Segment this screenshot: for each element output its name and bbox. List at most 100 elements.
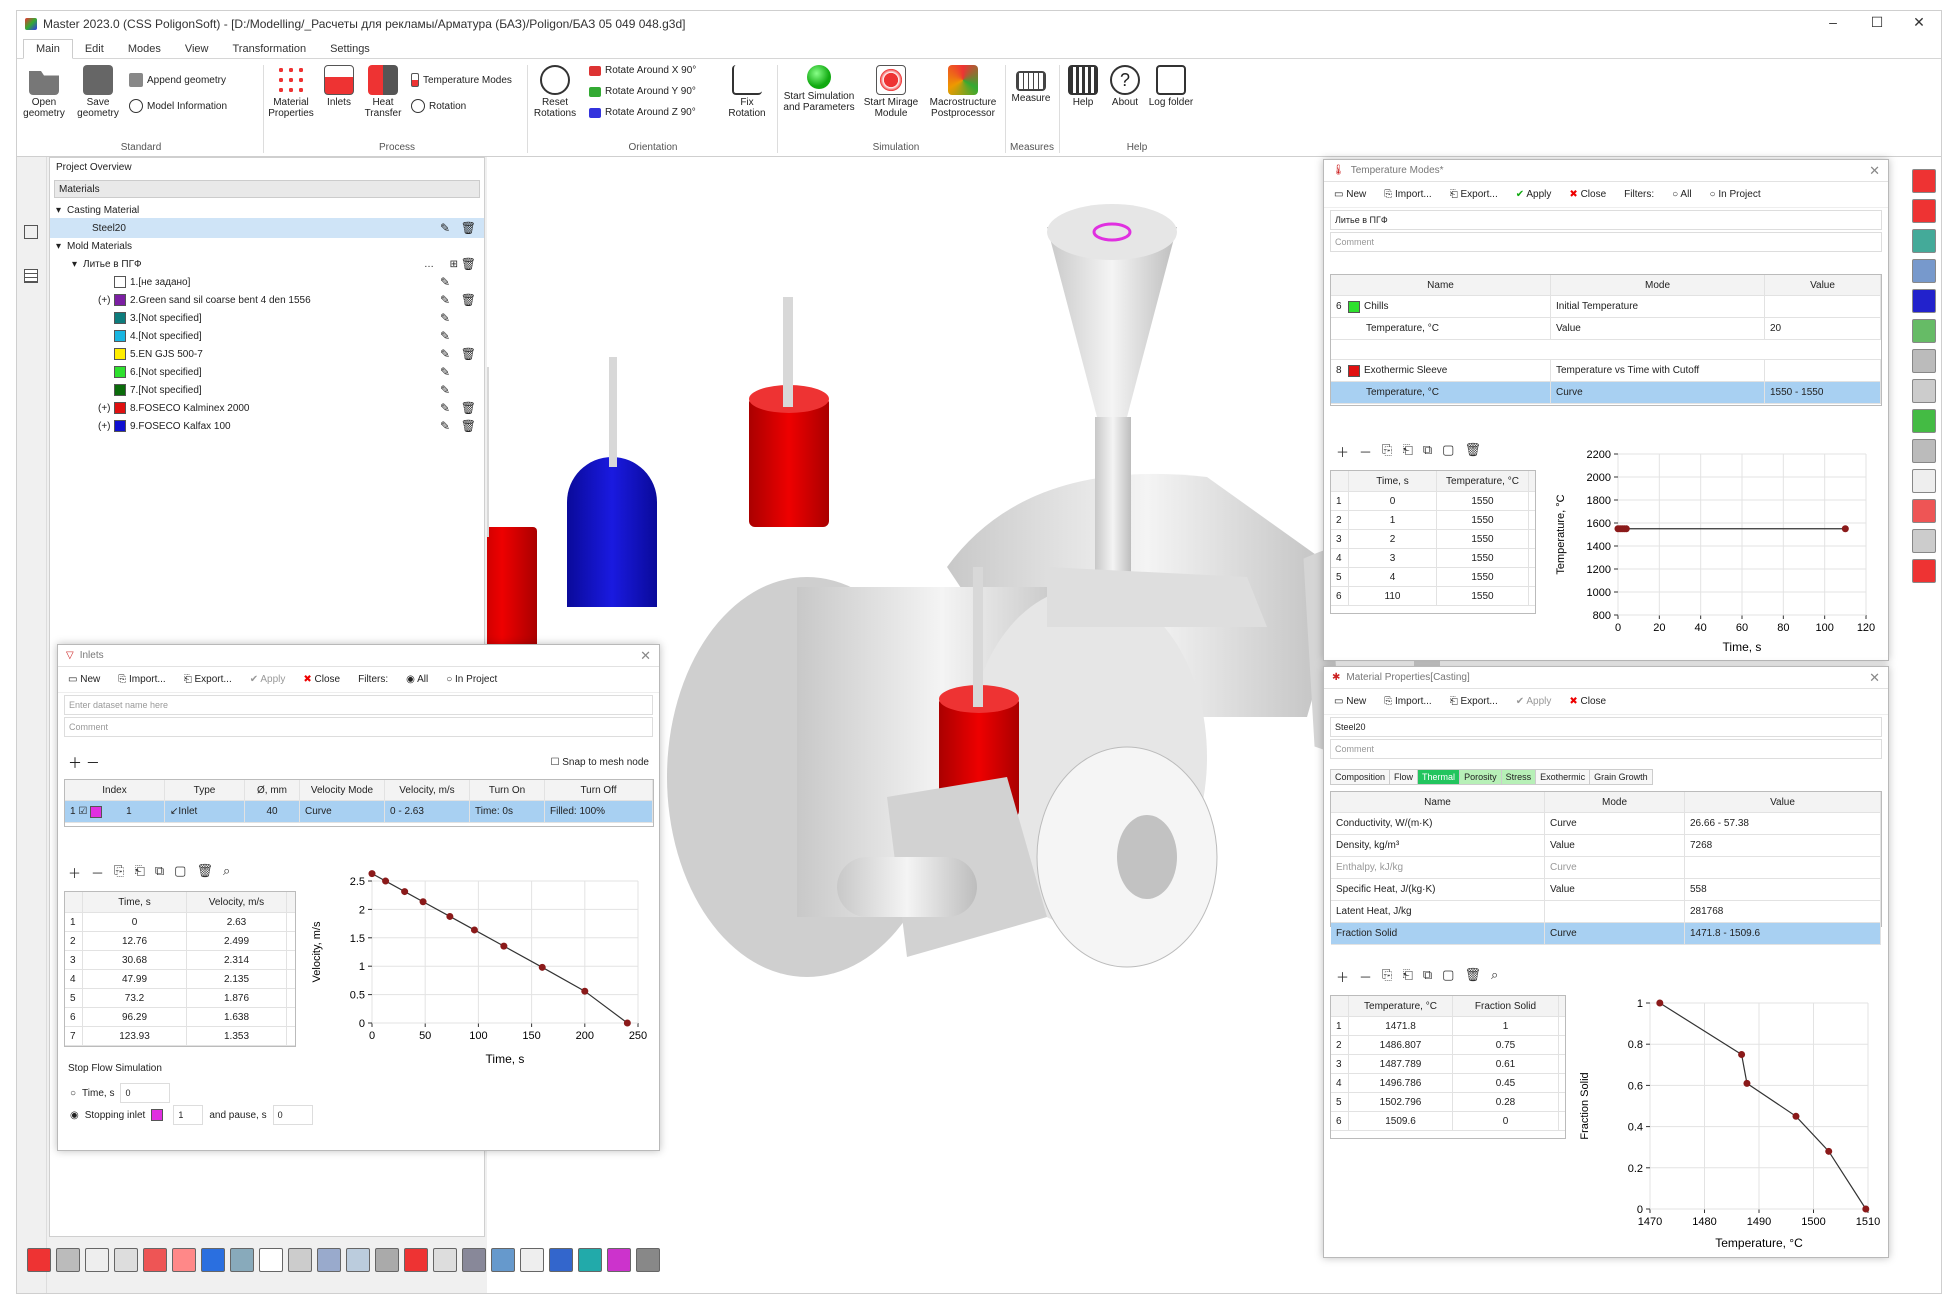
delete-icon[interactable]: 🗑 xyxy=(1464,967,1481,986)
table-row[interactable]: 6 110 1550 xyxy=(1331,587,1535,606)
remove-icon[interactable]: － xyxy=(1359,967,1372,986)
rotate-y-button[interactable]: Rotate Around Y 90° xyxy=(589,86,696,97)
tab-settings[interactable]: Settings xyxy=(318,40,382,58)
view-mode-icon[interactable] xyxy=(201,1248,225,1272)
material-name-input[interactable]: Steel20 xyxy=(1330,717,1882,737)
open-geometry-button[interactable]: Open geometry xyxy=(21,65,67,119)
delete-trash-icon[interactable]: 🗑 xyxy=(461,347,476,361)
filter-all-radio[interactable]: ◉ All xyxy=(406,674,428,685)
list-icon[interactable] xyxy=(24,269,38,283)
view-mode-icon[interactable] xyxy=(607,1248,631,1272)
tree-mold-materials[interactable]: ▾ Mold Materials xyxy=(50,236,484,256)
material-color-swatch[interactable] xyxy=(114,294,126,306)
zoom-icon[interactable]: ⌕ xyxy=(223,863,230,882)
time-radio[interactable]: ○ Time, s0 xyxy=(70,1083,171,1103)
table-row[interactable]: 5 1502.796 0.28 xyxy=(1331,1093,1565,1112)
table-row[interactable]: 6 Chills Initial Temperature xyxy=(1331,296,1881,318)
tree-mold-item[interactable]: 1.[не задано] ✎ xyxy=(50,272,484,292)
table-row[interactable]: Fraction Solid Curve 1471.8 - 1509.6 xyxy=(1331,923,1881,945)
table-row[interactable]: 3 30.68 2.314 xyxy=(65,951,295,970)
tree-mold-item[interactable]: 6.[Not specified] ✎ xyxy=(50,362,484,382)
filter-all-radio[interactable]: ○ All xyxy=(1672,189,1691,200)
measure-button[interactable]: Measure xyxy=(1009,65,1053,104)
material-color-swatch[interactable] xyxy=(114,348,126,360)
table-row[interactable]: 4 47.99 2.135 xyxy=(65,970,295,989)
tree-casting-material[interactable]: ▾ Casting Material xyxy=(50,200,484,220)
add-item-icon[interactable]: ⊞ xyxy=(450,259,458,270)
remove-icon[interactable]: － xyxy=(1359,442,1372,461)
delete-trash-icon[interactable]: 🗑 xyxy=(461,401,476,415)
table-row[interactable]: Density, kg/m³ Value 7268 xyxy=(1331,835,1881,857)
more-dots-icon[interactable]: … xyxy=(424,259,434,270)
delete-icon[interactable]: 🗑 xyxy=(1464,442,1481,461)
export-icon[interactable]: ⎗ xyxy=(1402,967,1412,986)
mode-select[interactable]: Value xyxy=(1545,879,1685,900)
view-mode-icon[interactable] xyxy=(520,1248,544,1272)
edit-pencil-icon[interactable]: ✎ xyxy=(440,347,450,361)
view-mode-icon[interactable] xyxy=(462,1248,486,1272)
material-color-swatch[interactable] xyxy=(114,384,126,396)
data-point[interactable] xyxy=(500,942,508,950)
snap-checkbox[interactable]: ☐ Snap to mesh node xyxy=(551,757,649,768)
close-button[interactable]: ✖ Close xyxy=(303,674,340,685)
export-button[interactable]: ⎗ Export... xyxy=(1450,189,1498,200)
material-color-swatch[interactable] xyxy=(114,402,126,414)
data-point[interactable] xyxy=(446,912,454,920)
tree-mold-item[interactable]: 3.[Not specified] ✎ xyxy=(50,308,484,328)
view-mode-icon[interactable] xyxy=(636,1248,660,1272)
edit-pencil-icon[interactable]: ✎ xyxy=(440,401,450,415)
view-tool-icon[interactable] xyxy=(1912,169,1936,193)
zoom-icon[interactable]: ⌕ xyxy=(1491,967,1498,986)
log-folder-button[interactable]: Log folder xyxy=(1147,65,1195,108)
delete-trash-icon[interactable]: 🗑 xyxy=(461,257,476,271)
table-row[interactable]: 2 1 1550 xyxy=(1331,511,1535,530)
export-icon[interactable]: ⎗ xyxy=(1402,442,1412,461)
tab-thermal[interactable]: Thermal xyxy=(1417,769,1461,785)
close-icon[interactable]: ✕ xyxy=(640,648,651,664)
new-button[interactable]: ▭ New xyxy=(1334,189,1366,200)
add-icon[interactable]: ＋ xyxy=(68,863,81,882)
export-icon[interactable]: ⎗ xyxy=(134,863,144,882)
inlets-button[interactable]: Inlets xyxy=(321,65,357,108)
table-row[interactable]: 5 4 1550 xyxy=(1331,568,1535,587)
filter-in-project-radio[interactable]: ○ In Project xyxy=(1710,189,1761,200)
table-row[interactable]: 1 0 1550 xyxy=(1331,492,1535,511)
table-row[interactable]: 1 0 2.63 xyxy=(65,913,295,932)
delete-trash-icon[interactable]: 🗑 xyxy=(461,419,476,433)
mode-select[interactable]: Curve xyxy=(1545,813,1685,834)
tab-edit[interactable]: Edit xyxy=(73,40,116,58)
mode-select[interactable]: Initial Temperature xyxy=(1551,296,1765,317)
tab-porosity[interactable]: Porosity xyxy=(1459,769,1502,785)
add-icon[interactable]: ＋ xyxy=(1336,442,1349,461)
new-button[interactable]: ▭ New xyxy=(1334,696,1366,707)
mode-select[interactable]: Curve xyxy=(1545,857,1685,878)
delete-trash-icon[interactable]: 🗑 xyxy=(461,221,476,235)
view-mode-icon[interactable] xyxy=(317,1248,341,1272)
edit-pencil-icon[interactable]: ✎ xyxy=(440,329,450,343)
table-row[interactable]: 1 1471.8 1 xyxy=(1331,1017,1565,1036)
tree-mold-group[interactable]: ▾ Литье в ПГФ … ⊞ 🗑 xyxy=(50,254,484,274)
view-mode-icon[interactable] xyxy=(491,1248,515,1272)
export-button[interactable]: ⎗ Export... xyxy=(1450,696,1498,707)
paste-icon[interactable]: ▢ xyxy=(1442,967,1454,986)
dataset-name-input[interactable]: Литье в ПГФ xyxy=(1330,210,1882,230)
add-icon[interactable]: ＋ xyxy=(1336,967,1349,986)
model-information-button[interactable]: Model Information xyxy=(129,99,227,113)
view-tool-icon[interactable] xyxy=(1912,379,1936,403)
view-mode-icon[interactable] xyxy=(230,1248,254,1272)
view-tool-icon[interactable] xyxy=(1912,289,1936,313)
comment-input[interactable]: Comment xyxy=(1330,232,1882,252)
tab-view[interactable]: View xyxy=(173,40,221,58)
tab-modes[interactable]: Modes xyxy=(116,40,173,58)
delete-icon[interactable]: 🗑 xyxy=(196,863,213,882)
mode-select[interactable]: Value xyxy=(1551,318,1765,339)
view-mode-icon[interactable] xyxy=(85,1248,109,1272)
tab-composition[interactable]: Composition xyxy=(1330,769,1391,785)
view-tool-icon[interactable] xyxy=(1912,439,1936,463)
tab-grain-growth[interactable]: Grain Growth xyxy=(1589,769,1653,785)
mode-select[interactable]: Value xyxy=(1545,835,1685,856)
view-mode-icon[interactable] xyxy=(578,1248,602,1272)
data-point[interactable] xyxy=(1738,1051,1746,1058)
table-row[interactable]: Latent Heat, J/kg 281768 xyxy=(1331,901,1881,923)
append-geometry-button[interactable]: Append geometry xyxy=(129,73,226,87)
